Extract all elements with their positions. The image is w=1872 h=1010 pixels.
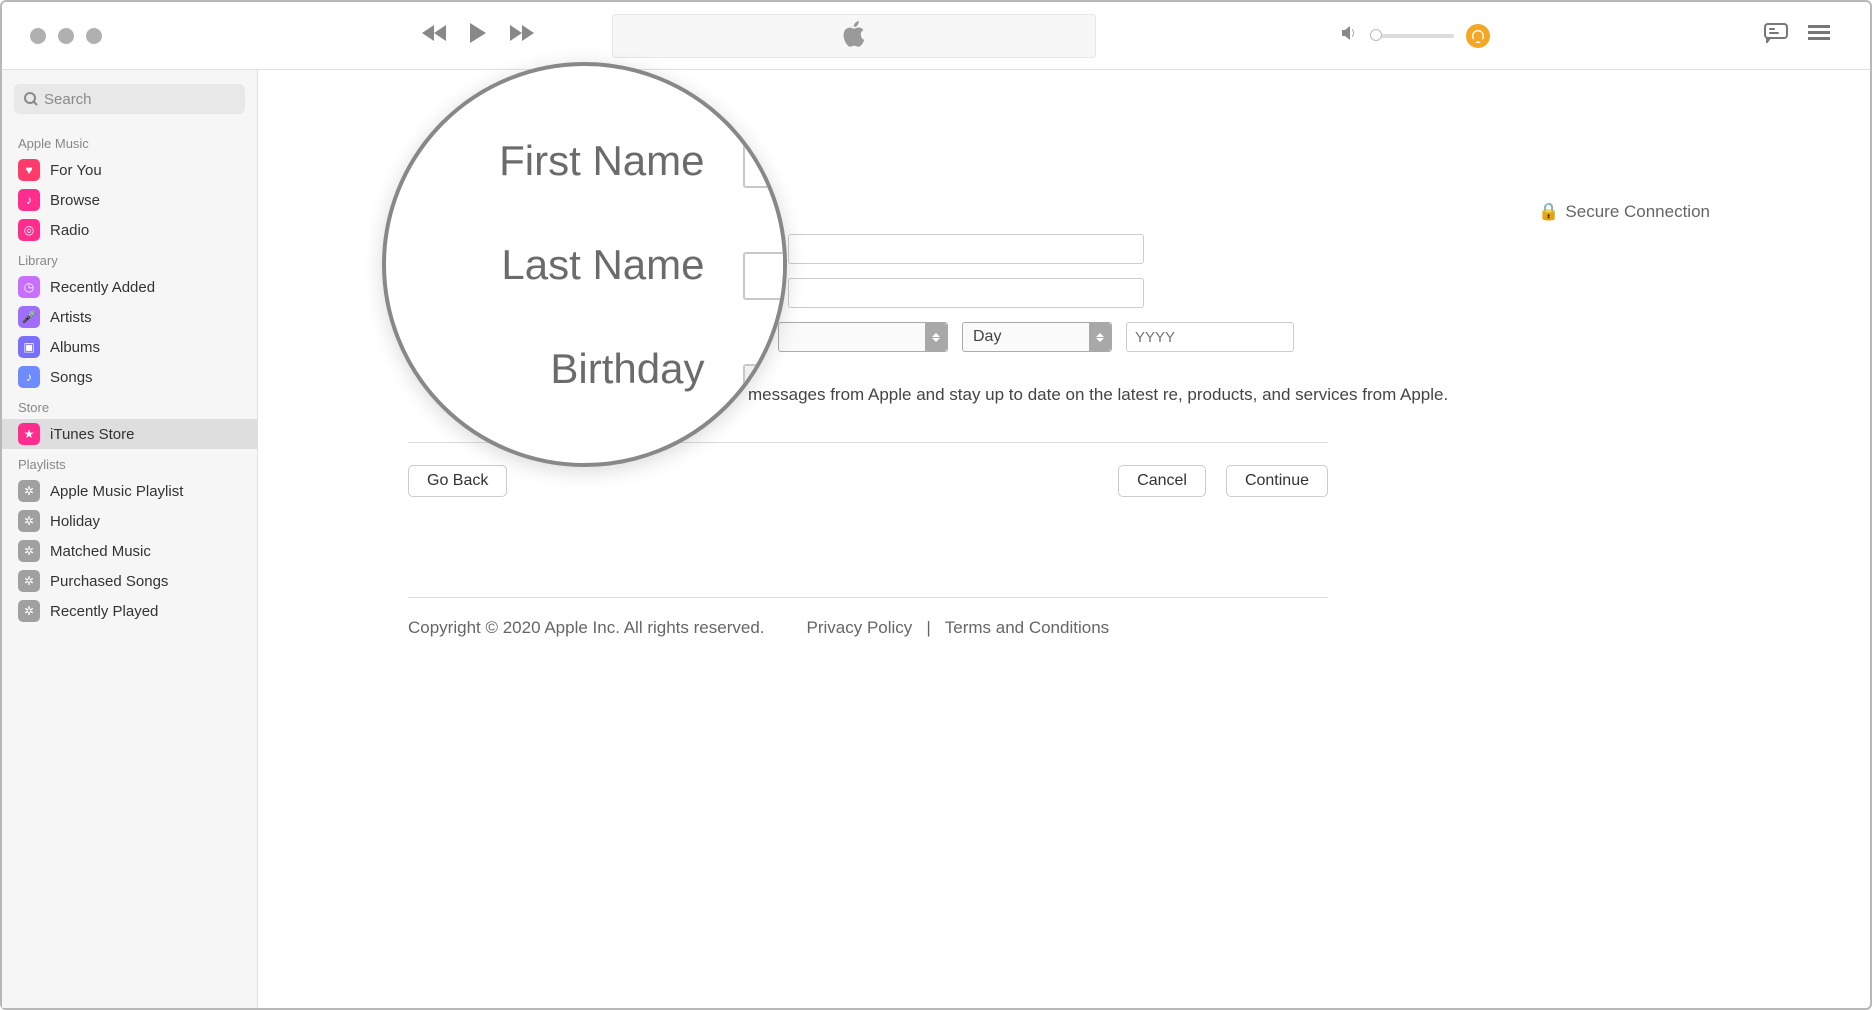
apple-logo-icon [842, 20, 866, 53]
gear-icon: ✲ [18, 570, 40, 592]
toolbar [2, 2, 1870, 70]
go-back-button[interactable]: Go Back [408, 465, 507, 497]
sidebar: Search Apple Music ♥For You ♪Browse ◎Rad… [2, 70, 258, 1008]
volume-control [1342, 24, 1490, 48]
search-placeholder: Search [44, 91, 92, 108]
footer: Copyright © 2020 Apple Inc. All rights r… [408, 597, 1328, 638]
sidebar-item-browse[interactable]: ♪Browse [2, 185, 257, 215]
section-apple-music: Apple Music [2, 128, 257, 155]
list-icon[interactable] [1808, 25, 1830, 46]
last-name-input[interactable] [788, 278, 1144, 308]
sidebar-item-playlist[interactable]: ✲Matched Music [2, 536, 257, 566]
sidebar-item-itunes-store[interactable]: ★iTunes Store [2, 419, 257, 449]
year-input[interactable] [1126, 322, 1294, 352]
previous-track-button[interactable] [422, 24, 448, 47]
separator: | [926, 618, 930, 638]
section-store: Store [2, 392, 257, 419]
sidebar-item-playlist[interactable]: ✲Holiday [2, 506, 257, 536]
privacy-link[interactable]: Privacy Policy [807, 618, 913, 638]
play-button[interactable] [468, 22, 488, 49]
lock-icon: 🔒 [1538, 202, 1559, 222]
gear-icon: ✲ [18, 600, 40, 622]
copyright-text: Copyright © 2020 Apple Inc. All rights r… [408, 618, 765, 638]
zoom-birthday-label: Birthday [455, 345, 715, 393]
continue-button[interactable]: Continue [1226, 465, 1328, 497]
album-icon: ▣ [18, 336, 40, 358]
consent-text: messages from Apple and stay up to date … [748, 382, 1488, 408]
note-icon: ♪ [18, 366, 40, 388]
sidebar-item-for-you[interactable]: ♥For You [2, 155, 257, 185]
sidebar-item-artists[interactable]: 🎤Artists [2, 302, 257, 332]
clock-icon: ◷ [18, 276, 40, 298]
lyrics-icon[interactable] [1764, 23, 1788, 48]
sidebar-item-radio[interactable]: ◎Radio [2, 215, 257, 245]
gear-icon: ✲ [18, 480, 40, 502]
airplay-icon[interactable] [1466, 24, 1490, 48]
toolbar-right [1764, 23, 1830, 48]
month-select[interactable] [778, 322, 948, 352]
sidebar-item-playlist[interactable]: ✲Apple Music Playlist [2, 476, 257, 506]
radio-icon: ◎ [18, 219, 40, 241]
now-playing-display [612, 14, 1096, 58]
terms-link[interactable]: Terms and Conditions [945, 618, 1109, 638]
browse-icon: ♪ [18, 189, 40, 211]
mic-icon: 🎤 [18, 306, 40, 328]
maximize-window[interactable] [86, 28, 102, 44]
sidebar-item-albums[interactable]: ▣Albums [2, 332, 257, 362]
button-row: Go Back Cancel Continue [408, 465, 1328, 497]
cancel-button[interactable]: Cancel [1118, 465, 1206, 497]
sidebar-item-songs[interactable]: ♪Songs [2, 362, 257, 392]
search-input[interactable]: Search [14, 84, 245, 114]
zoom-last-name-label: Last Name [455, 241, 715, 289]
zoom-callout: First Name Last Name Birthday [382, 62, 787, 467]
volume-slider[interactable] [1370, 34, 1454, 38]
secure-connection-label: 🔒 Secure Connection [1538, 202, 1710, 222]
minimize-window[interactable] [58, 28, 74, 44]
day-select[interactable]: Day [962, 322, 1112, 352]
window-traffic-lights [30, 28, 102, 44]
sidebar-item-recently-added[interactable]: ◷Recently Added [2, 272, 257, 302]
gear-icon: ✲ [18, 510, 40, 532]
heart-icon: ♥ [18, 159, 40, 181]
gear-icon: ✲ [18, 540, 40, 562]
sidebar-item-playlist[interactable]: ✲Purchased Songs [2, 566, 257, 596]
playback-controls [422, 22, 534, 49]
section-library: Library [2, 245, 257, 272]
first-name-input[interactable] [788, 234, 1144, 264]
sidebar-item-playlist[interactable]: ✲Recently Played [2, 596, 257, 626]
section-playlists: Playlists [2, 449, 257, 476]
star-icon: ★ [18, 423, 40, 445]
next-track-button[interactable] [508, 24, 534, 47]
zoom-first-name-label: First Name [455, 137, 715, 185]
volume-icon [1342, 26, 1358, 45]
close-window[interactable] [30, 28, 46, 44]
